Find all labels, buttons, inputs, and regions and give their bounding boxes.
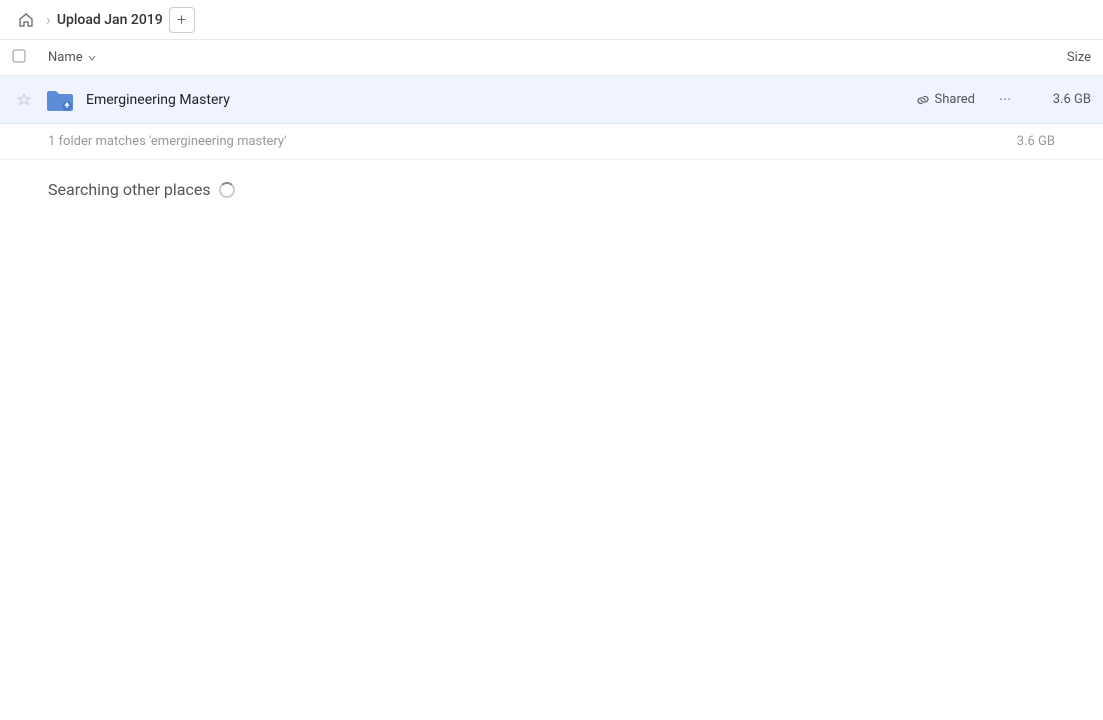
folder-icon-wrap <box>44 84 76 116</box>
file-size: 3.6 GB <box>1031 92 1091 107</box>
shared-indicator: Shared <box>916 92 975 107</box>
match-size: 3.6 GB <box>1017 134 1055 149</box>
file-name: Emergineering Mastery <box>86 92 916 108</box>
loading-spinner <box>219 182 235 198</box>
breadcrumb-separator: › <box>46 10 51 29</box>
searching-section: Searching other places <box>0 160 1103 219</box>
shared-label: Shared <box>935 92 975 107</box>
sort-icon <box>87 53 97 63</box>
star-button[interactable] <box>12 93 36 107</box>
column-headers: Name Size <box>0 40 1103 76</box>
select-all-checkbox[interactable] <box>12 49 36 67</box>
more-options-button[interactable]: ··· <box>991 86 1019 114</box>
name-column-header[interactable]: Name <box>48 50 1011 65</box>
breadcrumb-bar: › Upload Jan 2019 + <box>0 0 1103 40</box>
new-folder-button[interactable]: + <box>169 7 195 33</box>
star-icon <box>17 93 31 107</box>
home-icon <box>18 12 34 28</box>
searching-label: Searching other places <box>48 180 211 199</box>
checkbox-icon <box>12 49 26 63</box>
file-row[interactable]: Emergineering Mastery Shared ··· 3.6 GB <box>0 76 1103 124</box>
link-icon <box>916 93 930 107</box>
match-text: 1 folder matches 'emergineering mastery' <box>48 134 286 149</box>
folder-icon <box>45 87 75 113</box>
home-button[interactable] <box>12 6 40 34</box>
breadcrumb-label: Upload Jan 2019 <box>57 12 163 28</box>
match-info-row: 1 folder matches 'emergineering mastery'… <box>0 124 1103 160</box>
size-column-header: Size <box>1011 50 1091 65</box>
